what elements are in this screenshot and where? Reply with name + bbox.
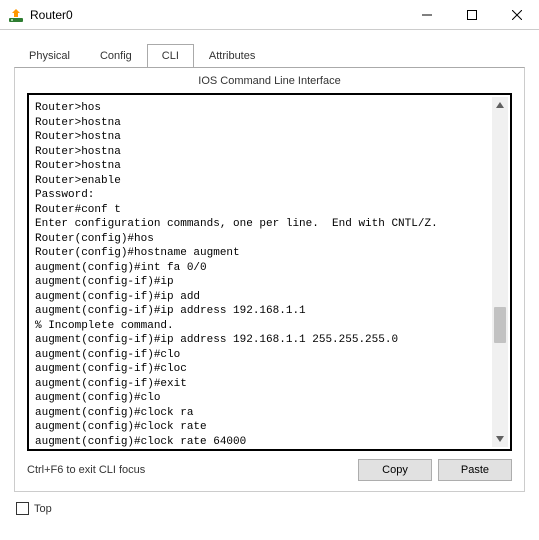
copy-button[interactable]: Copy xyxy=(358,459,432,481)
focus-hint: Ctrl+F6 to exit CLI focus xyxy=(27,464,352,476)
scroll-down-arrow[interactable] xyxy=(492,431,508,447)
cli-text: Router>hos Router>hostna Router>hostna R… xyxy=(35,101,492,449)
button-row: Ctrl+F6 to exit CLI focus Copy Paste xyxy=(15,451,524,491)
paste-button[interactable]: Paste xyxy=(438,459,512,481)
tab-config[interactable]: Config xyxy=(85,44,147,67)
scroll-up-arrow[interactable] xyxy=(492,97,508,113)
minimize-button[interactable] xyxy=(404,0,449,30)
tab-physical[interactable]: Physical xyxy=(14,44,85,67)
window-controls xyxy=(404,0,539,29)
tab-cli[interactable]: CLI xyxy=(147,44,194,67)
scrollbar[interactable] xyxy=(492,97,508,447)
tabs: Physical Config CLI Attributes xyxy=(0,30,539,67)
bottom-bar: Top xyxy=(0,492,539,525)
app-icon xyxy=(8,7,24,23)
panel-heading: IOS Command Line Interface xyxy=(15,68,524,93)
close-button[interactable] xyxy=(494,0,539,30)
scroll-thumb[interactable] xyxy=(494,307,506,343)
top-checkbox-label: Top xyxy=(34,503,52,515)
tab-attributes[interactable]: Attributes xyxy=(194,44,270,67)
maximize-button[interactable] xyxy=(449,0,494,30)
cli-terminal[interactable]: Router>hos Router>hostna Router>hostna R… xyxy=(27,93,512,451)
titlebar: Router0 xyxy=(0,0,539,30)
top-checkbox[interactable] xyxy=(16,502,29,515)
window-title: Router0 xyxy=(30,8,404,22)
cli-panel: IOS Command Line Interface Router>hos Ro… xyxy=(14,67,525,492)
